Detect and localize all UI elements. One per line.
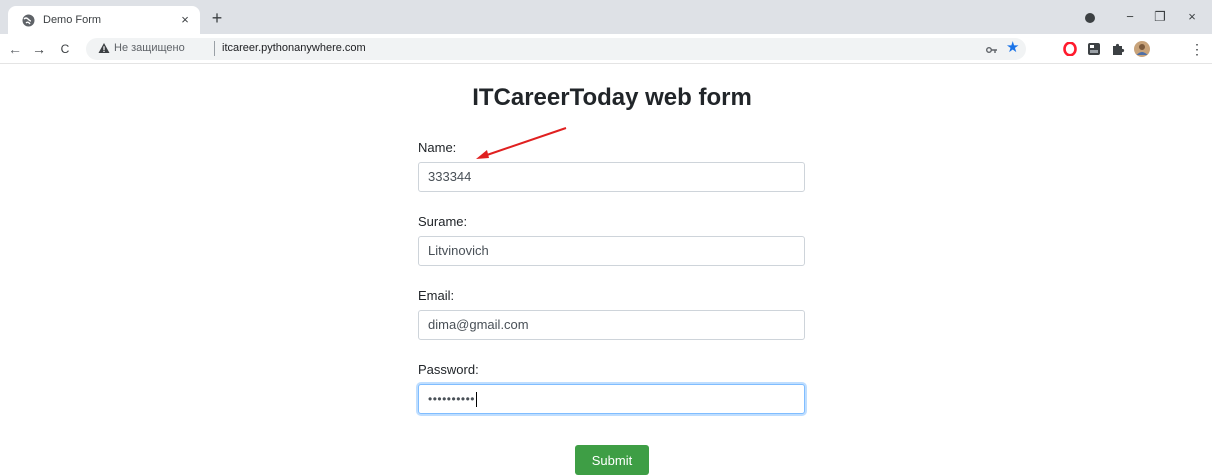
tab-search-icon[interactable] (1085, 13, 1095, 23)
name-label: Name: (418, 140, 457, 155)
tab-title: Demo Form (43, 14, 102, 26)
reload-button[interactable]: C (56, 40, 74, 58)
opera-icon[interactable] (1063, 42, 1077, 56)
submit-button[interactable]: Submit (575, 445, 649, 475)
new-tab-button[interactable]: + (208, 9, 226, 27)
address-bar[interactable]: Не защищено itcareer.pythonanywhere.com … (86, 38, 1026, 60)
globe-icon (22, 14, 35, 27)
password-value: •••••••••• (428, 392, 476, 406)
address-divider (214, 41, 215, 56)
name-input[interactable]: 333344 (418, 162, 805, 192)
browser-tab[interactable]: Demo Form × (8, 6, 200, 34)
tab-close-icon[interactable]: × (178, 13, 192, 27)
surname-value: Litvinovich (428, 243, 489, 258)
avatar[interactable] (1134, 41, 1150, 57)
key-icon[interactable] (986, 46, 998, 54)
password-input[interactable]: •••••••••• (418, 384, 805, 414)
page-title: ITCareerToday web form (472, 84, 752, 111)
not-secure-label[interactable]: Не защищено (114, 42, 185, 54)
text-caret (476, 392, 478, 408)
puzzle-icon[interactable] (1111, 42, 1125, 56)
bookmark-star-icon[interactable]: ★ (1006, 40, 1019, 56)
address-url[interactable]: itcareer.pythonanywhere.com (222, 42, 366, 54)
minimize-button[interactable]: − (1120, 9, 1140, 25)
close-window-button[interactable]: × (1182, 9, 1202, 25)
forward-button[interactable]: → (30, 40, 48, 58)
red-arrow-annotation (476, 127, 567, 159)
surname-input[interactable]: Litvinovich (418, 236, 805, 266)
back-button[interactable]: ← (6, 40, 24, 58)
email-value: dima@gmail.com (428, 317, 529, 332)
password-label: Password: (418, 362, 479, 377)
restore-button[interactable]: ❐ (1150, 9, 1170, 25)
email-label: Email: (418, 288, 455, 303)
name-value: 333344 (428, 169, 472, 184)
more-menu-icon[interactable]: ⋮ (1188, 40, 1206, 58)
browser-toolbar: ← → C Не защищено itcareer.pythonanywher… (0, 34, 1212, 64)
extension-icon[interactable] (1087, 42, 1101, 56)
email-input[interactable]: dima@gmail.com (418, 310, 805, 340)
warning-icon (98, 43, 110, 53)
surname-label: Surame: (418, 214, 468, 229)
tab-strip: Demo Form × + − ❐ × (0, 0, 1212, 34)
